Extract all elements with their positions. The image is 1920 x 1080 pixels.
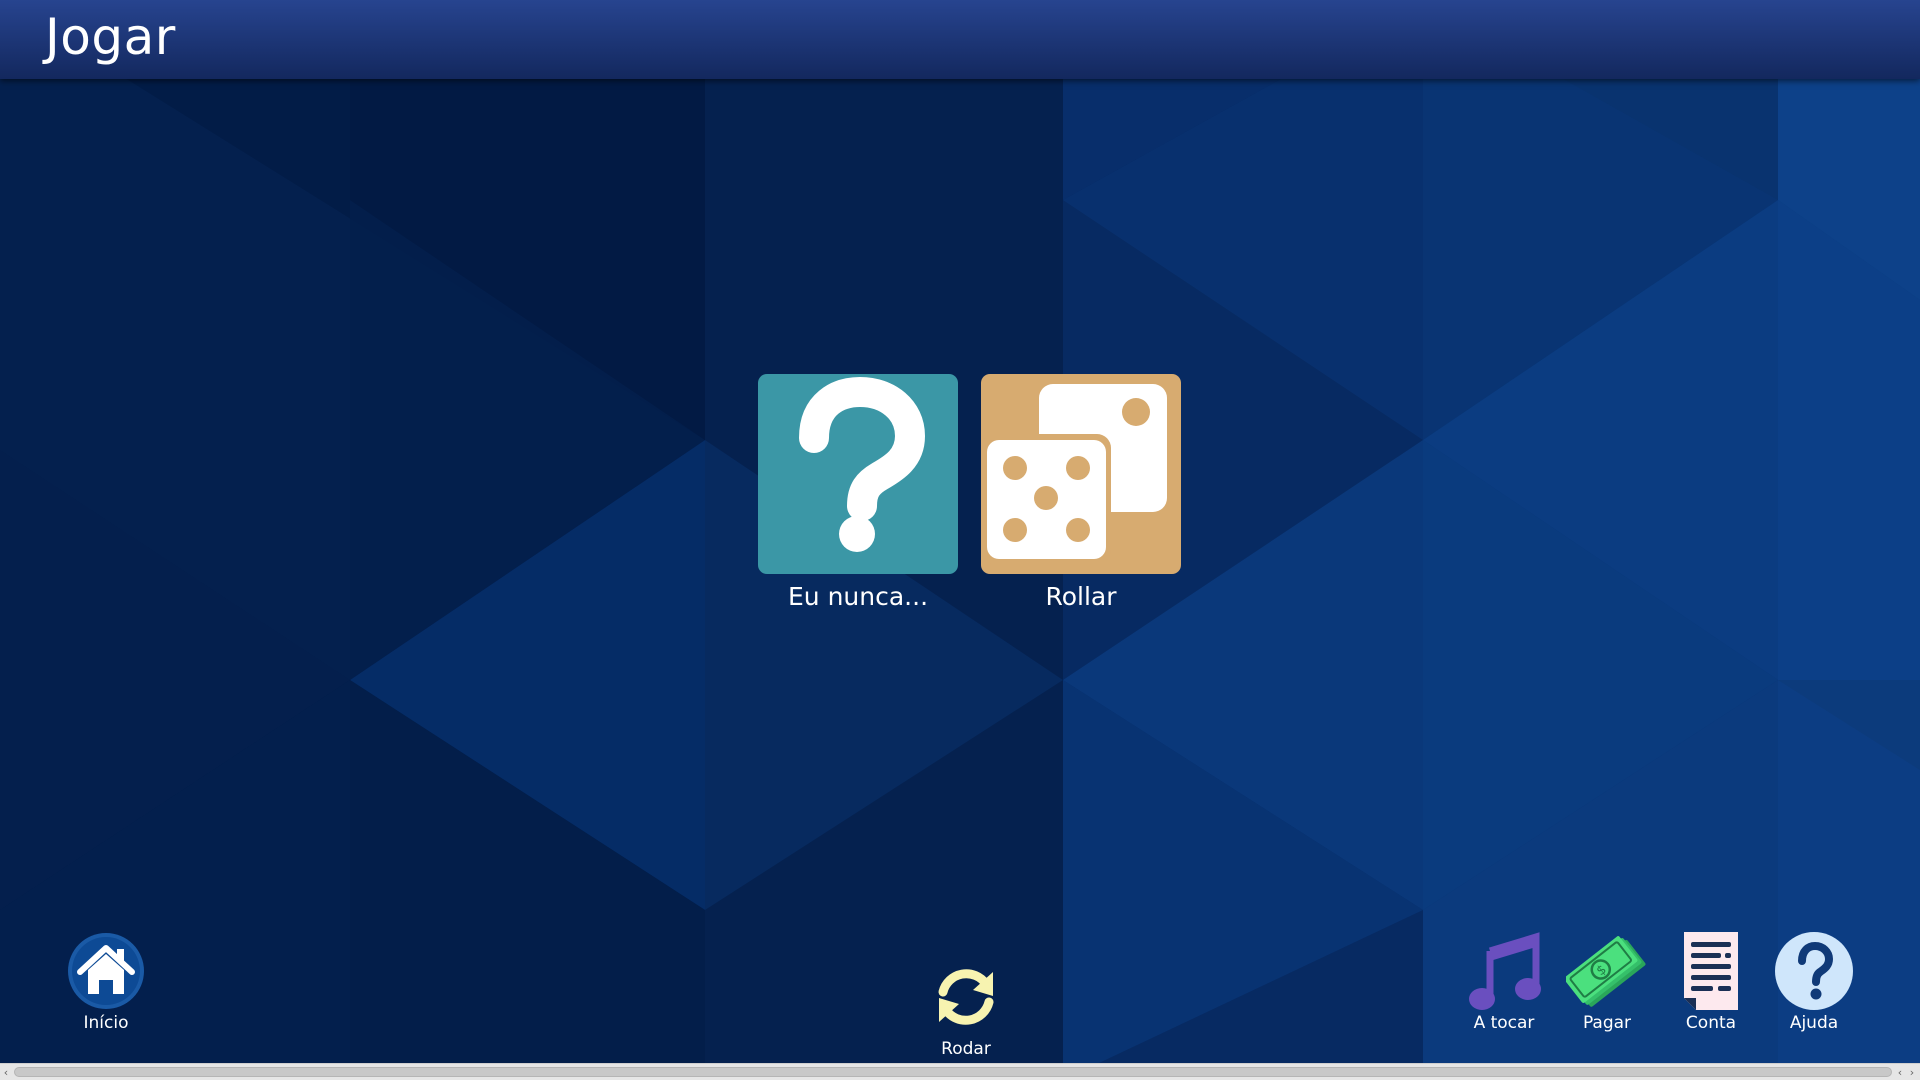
tile-rollar[interactable]: Rollar: [981, 374, 1181, 611]
game-tiles: Eu nunca... Rollar: [758, 374, 1181, 611]
tile-label-rollar: Rollar: [1045, 582, 1117, 611]
home-button[interactable]: Início: [65, 930, 147, 1033]
scrollbar-thumb[interactable]: [14, 1067, 1892, 1077]
app-screen: Jogar Eu nunca... Rollar Início Rodar A …: [0, 0, 1920, 1080]
account-label: Conta: [1685, 1013, 1737, 1033]
page-title: Jogar: [45, 8, 176, 66]
dice-icon: [981, 374, 1181, 574]
pay-label: Pagar: [1582, 1013, 1632, 1033]
now-playing-label: A tocar: [1473, 1013, 1535, 1033]
help-button[interactable]: Ajuda: [1773, 930, 1855, 1033]
question-mark-icon: [758, 374, 958, 574]
scroll-left-arrow-icon[interactable]: ‹: [0, 1064, 12, 1080]
pay-button[interactable]: $ Pagar: [1566, 930, 1648, 1033]
now-playing-button[interactable]: A tocar: [1463, 930, 1545, 1033]
rotate-arrows-icon: [925, 956, 1007, 1038]
receipt-icon: [1670, 930, 1752, 1012]
help-icon: [1773, 930, 1855, 1012]
music-note-icon: [1463, 930, 1545, 1012]
rotate-button[interactable]: Rodar: [925, 956, 1007, 1059]
scroll-right-arrow-icon[interactable]: ›: [1906, 1064, 1918, 1080]
rotate-label: Rodar: [941, 1039, 991, 1059]
help-label: Ajuda: [1789, 1013, 1839, 1033]
tile-label-eu-nunca: Eu nunca...: [787, 582, 929, 611]
header-bar: Jogar: [0, 0, 1920, 79]
home-label: Início: [83, 1013, 129, 1033]
horizontal-scrollbar[interactable]: ‹ ‹ ›: [0, 1063, 1920, 1080]
tile-eu-nunca[interactable]: Eu nunca...: [758, 374, 958, 611]
house-icon: [65, 930, 147, 1012]
money-icon: $: [1566, 930, 1648, 1012]
scroll-left-arrow-icon-right[interactable]: ‹: [1894, 1064, 1906, 1080]
account-button[interactable]: Conta: [1670, 930, 1752, 1033]
